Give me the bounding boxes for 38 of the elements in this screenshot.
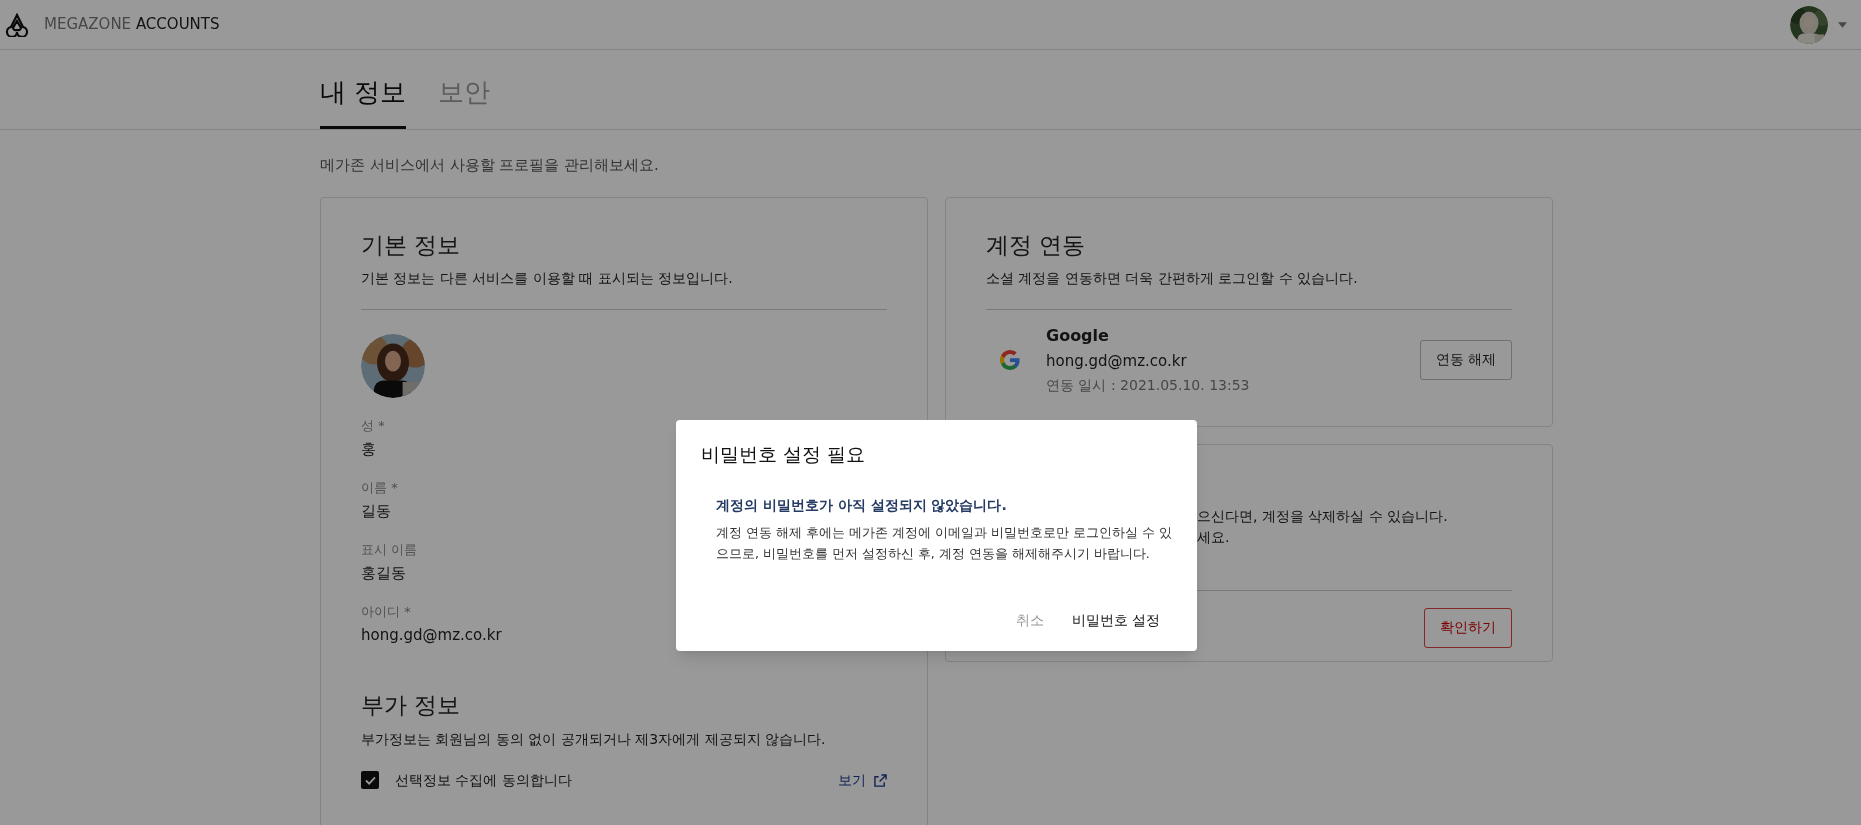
card-description-line: 으신다면, 계정을 삭제하실 수 있습니다. <box>1197 506 1449 526</box>
linked-date: 연동 일시 : 2021.05.10. 13:53 <box>1046 375 1250 395</box>
dialog-body: 계정 연동 해제 후에는 메가존 계정에 이메일과 비밀번호로만 로그인하실 수 있으므로, 비밀번호를 먼저 설정하신 후, 계정 연동을 해제해주시기 바랍니다. <box>716 523 1173 563</box>
field-label: 표시 이름 <box>361 541 418 559</box>
dialog-headline: 계정의 비밀번호가 아직 설정되지 않았습니다. <box>716 495 1008 515</box>
confirm-button[interactable]: 확인하기 <box>1424 607 1512 648</box>
section-description: 부가정보는 회원님의 동의 없이 공개되거나 제3자에게 제공되지 않습니다. <box>361 729 827 749</box>
field-label: 성 * <box>361 417 385 435</box>
dialog-title: 비밀번호 설정 필요 <box>701 442 867 467</box>
field-value: 길동 <box>361 500 391 522</box>
field-value: 홍길동 <box>361 562 406 584</box>
section-description: 소셜 계정을 연동하면 더욱 간편하게 로그인할 수 있습니다. <box>986 269 1359 288</box>
logo-icon <box>3 12 31 37</box>
caret-icon[interactable] <box>1838 21 1847 28</box>
set-password-button[interactable]: 비밀번호 설정 <box>1071 610 1160 631</box>
provider-name: Google <box>1046 325 1110 347</box>
cancel-button[interactable]: 취소 <box>1015 610 1044 631</box>
section-title: 기본 정보 <box>361 230 462 260</box>
section-description: 기본 정보는 다른 서비스를 이용할 때 표시되는 정보입니다. <box>361 269 734 288</box>
section-title: 계정 연동 <box>986 230 1087 260</box>
check-icon <box>364 775 376 785</box>
field-value: hong.gd@mz.co.kr <box>361 624 502 646</box>
field-label: 이름 * <box>361 479 398 497</box>
field-label: 아이디 * <box>361 603 411 621</box>
field-value: 홍 <box>361 438 376 460</box>
intro-text: 메가존 서비스에서 사용할 프로필을 관리해보세요. <box>319 155 660 176</box>
view-link[interactable]: 보기 <box>838 769 887 791</box>
section-title: 부가 정보 <box>361 691 462 720</box>
consent-label: 선택정보 수집에 동의합니다 <box>395 770 572 790</box>
tab[interactable]: 내 정보 <box>320 73 407 129</box>
account-email: hong.gd@mz.co.kr <box>1046 351 1188 372</box>
card-description-line: 세요. <box>1197 527 1231 547</box>
external-link-icon <box>874 773 887 787</box>
checkbox[interactable] <box>361 771 379 789</box>
google-logo-icon <box>998 347 1022 372</box>
brand-name: MEGAZONE ACCOUNTS <box>44 14 220 36</box>
user-avatar[interactable] <box>1790 5 1828 44</box>
unlink-button[interactable]: 연동 해제 <box>1419 339 1512 380</box>
